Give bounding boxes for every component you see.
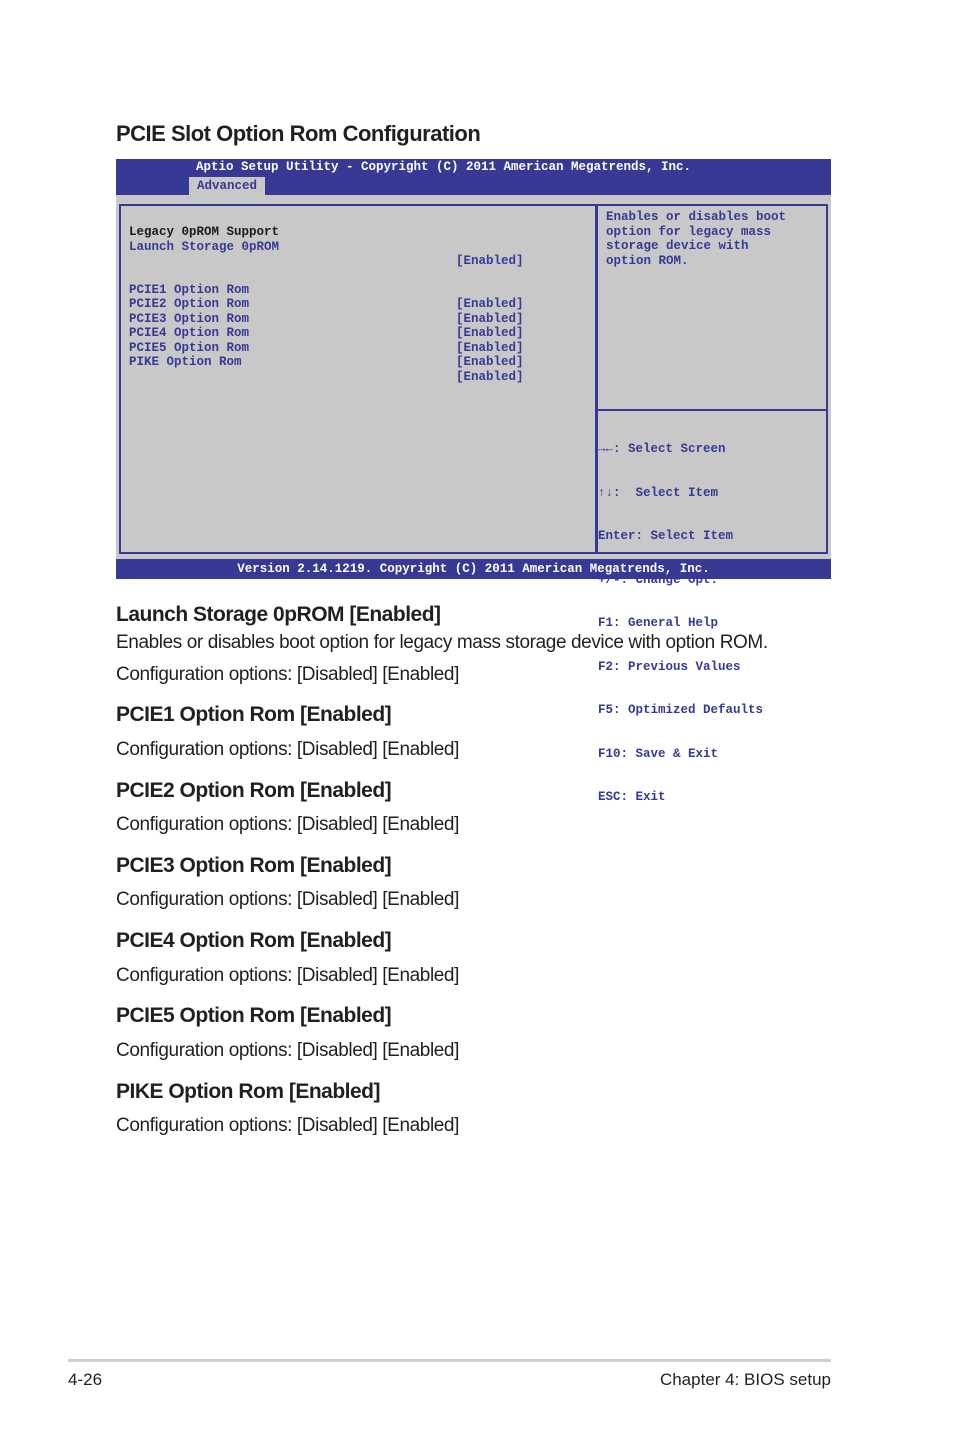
chapter-label: Chapter 4: BIOS setup (659, 1370, 831, 1389)
desc-options-pike: Configuration options: [Disabled] [Enabl… (116, 1115, 459, 1136)
section-title: PCIE Slot Option Rom Configuration (116, 121, 481, 146)
tab-advanced[interactable]: Advanced (189, 177, 266, 195)
page-number: 4-26 (68, 1370, 103, 1389)
desc-title-pcie2: PCIE2 Option Rom [Enabled] (116, 779, 392, 802)
help-divider (598, 409, 826, 411)
key-general-help: F1: General Help (598, 616, 719, 630)
desc-options-launch-storage: Configuration options: [Disabled] [Enabl… (116, 664, 459, 685)
desc-title-pcie3: PCIE3 Option Rom [Enabled] (116, 854, 392, 877)
desc-options-pcie1: Configuration options: [Disabled] [Enabl… (116, 739, 459, 760)
key-legend: →←: Select Screen ↑↓: Select Item Enter:… (598, 413, 763, 834)
setting-label: PIKE Option Rom (129, 355, 242, 369)
help-text: Enables or disables boot option for lega… (606, 210, 787, 268)
desc-options-pcie2: Configuration options: [Disabled] [Enabl… (116, 814, 459, 835)
setting-value[interactable]: [Enabled] (456, 254, 524, 269)
bios-screenshot: Aptio Setup Utility - Copyright (C) 2011… (116, 159, 831, 804)
desc-options-pcie4: Configuration options: [Disabled] [Enabl… (116, 965, 459, 986)
key-previous-values: F2: Previous Values (598, 659, 741, 674)
key-exit: ESC: Exit (598, 790, 666, 804)
bios-title: Aptio Setup Utility - Copyright (C) 2011… (195, 160, 692, 174)
key-optimized-defaults: F5: Optimized Defaults (598, 703, 764, 717)
desc-text-launch-storage: Enables or disables boot option for lega… (116, 632, 768, 653)
desc-title-launch-storage: Launch Storage 0pROM [Enabled] (116, 603, 441, 626)
bios-header: Aptio Setup Utility - Copyright (C) 2011… (116, 159, 831, 195)
key-select-screen: →←: Select Screen (598, 442, 726, 456)
setting-value[interactable]: [Enabled] (456, 370, 524, 385)
setting-label: Launch Storage 0pROM (129, 239, 280, 254)
setting-pike-option-rom[interactable]: PIKE Option Rom [Enabled] (129, 341, 589, 399)
bios-settings-panel: Legacy 0pROM Support Launch Storage 0pRO… (119, 204, 597, 554)
desc-title-pike: PIKE Option Rom [Enabled] (116, 1080, 381, 1103)
key-enter: Enter: Select Item (598, 529, 734, 543)
desc-options-pcie3: Configuration options: [Disabled] [Enabl… (116, 889, 459, 910)
bios-help-panel: Enables or disables boot option for lega… (596, 204, 828, 804)
desc-title-pcie4: PCIE4 Option Rom [Enabled] (116, 929, 392, 952)
desc-title-pcie5: PCIE5 Option Rom [Enabled] (116, 1004, 392, 1027)
key-save-exit: F10: Save & Exit (598, 746, 719, 761)
desc-options-pcie5: Configuration options: [Disabled] [Enabl… (116, 1040, 459, 1061)
bios-version-footer: Version 2.14.1219. Copyright (C) 2011 Am… (116, 559, 831, 579)
footer-divider (68, 1359, 831, 1362)
desc-title-pcie1: PCIE1 Option Rom [Enabled] (116, 703, 392, 726)
key-select-item: ↑↓: Select Item (598, 485, 719, 500)
